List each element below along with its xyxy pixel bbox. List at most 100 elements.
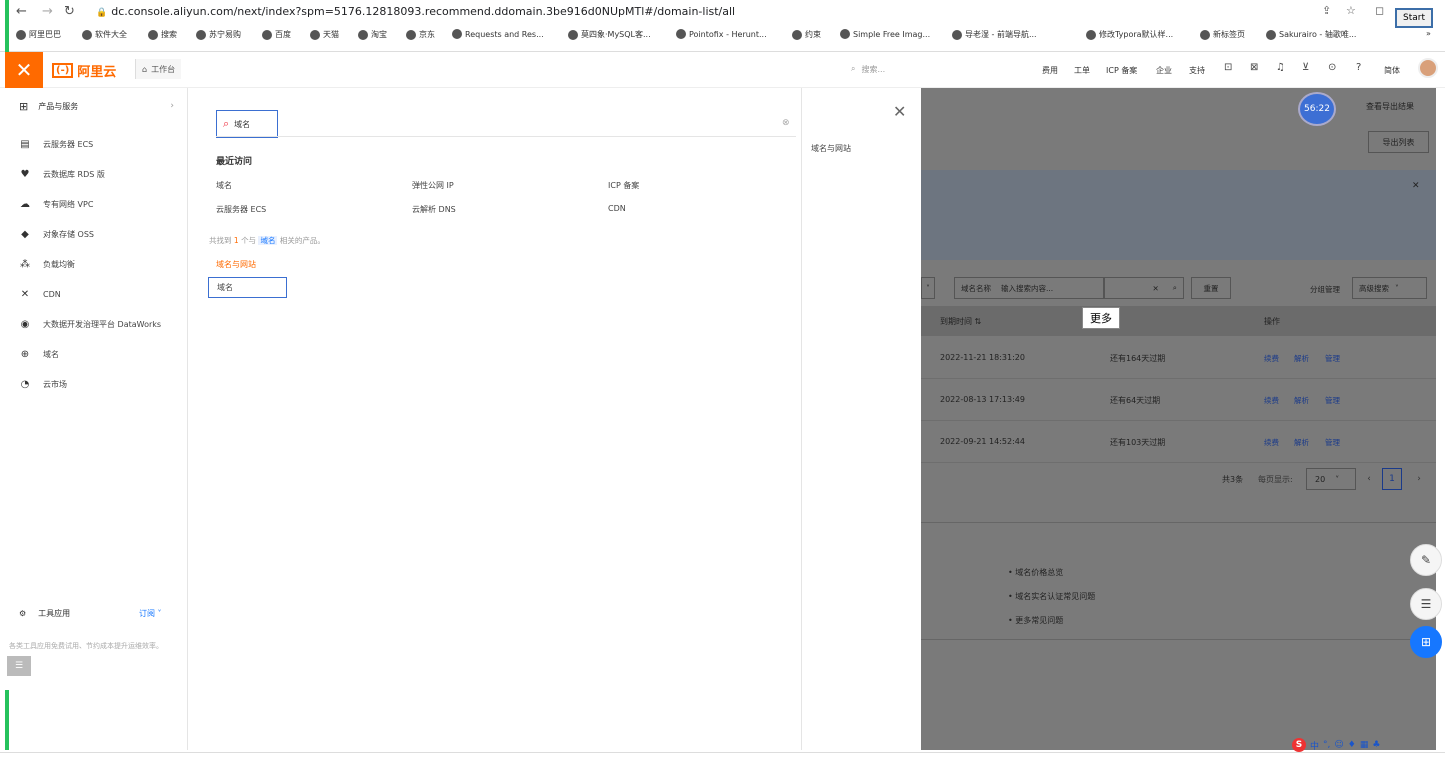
recent-item[interactable]: 云服务器 ECS [216,204,266,215]
recent-item[interactable]: 弹性公网 IP [412,180,454,191]
bookmark-item[interactable]: 新标签页 [1200,29,1245,40]
sidebar-item[interactable]: ☁ 专有网络 VPC [5,194,188,214]
page-size-select[interactable]: 20 ˅ [1306,468,1356,490]
renew-link[interactable]: 续费 [1264,353,1279,364]
bell-icon[interactable]: ♫ [1276,62,1285,73]
star-icon[interactable]: ☆ [1346,4,1356,17]
recent-item[interactable]: ICP 备案 [608,180,639,191]
bookmark-item[interactable]: 莫四象·MySQL客... [568,29,651,40]
bookmark-item[interactable]: 导老湿 - 前端导航... [952,29,1037,40]
cart-icon[interactable]: ⊻ [1302,62,1309,73]
sidebar-item[interactable]: ◆ 对象存储 OSS [5,224,188,244]
help-icon[interactable]: ? [1356,62,1361,73]
share-icon[interactable]: ⇪ [1322,4,1331,17]
product-search-input[interactable]: ⌕ 域名 [216,110,278,138]
faq-link[interactable]: • 域名价格总览 [1008,567,1063,578]
dns-resolve-link[interactable]: 解析 [1294,353,1309,364]
export-list-button[interactable]: 导出列表 [1368,131,1429,153]
header-link-icp[interactable]: ICP 备案 [1106,65,1137,76]
sidebar-item[interactable]: ◔ 云市场 [5,374,188,394]
forward-icon[interactable]: → [42,4,53,19]
recent-item[interactable]: 云解析 DNS [412,204,456,215]
terminal-icon[interactable]: ⊡ [1224,62,1232,73]
bookmark-item[interactable]: 阿里巴巴 [16,29,61,40]
recent-item[interactable]: 域名 [216,180,232,191]
search-icon[interactable]: ⌕ [1173,283,1177,293]
header-link-enterprise[interactable]: 企业 [1156,65,1172,76]
address-bar[interactable]: 🔒 dc.console.aliyun.com/next/index?spm=51… [96,5,735,18]
manage-link[interactable]: 管理 [1325,353,1340,364]
sogou-icon: S [1292,738,1306,752]
chat-icon[interactable]: ☰ [1410,588,1442,620]
bookmark-item[interactable]: Requests and Res... [452,29,544,39]
bookmark-item[interactable]: 约束 [792,29,821,40]
bookmarks-overflow-icon[interactable]: » [1426,29,1431,38]
category-nav-item[interactable]: 域名与网站 [811,143,851,154]
location-icon[interactable]: ⊙ [1328,62,1336,73]
window-icon[interactable]: ◻ [1375,4,1384,17]
sidebar-item[interactable]: ♥ 云数据库 RDS 版 [5,164,188,184]
page-number[interactable]: 1 [1382,468,1402,490]
reset-button[interactable]: 重置 [1191,277,1231,299]
dns-resolve-link[interactable]: 解析 [1294,437,1309,448]
reload-icon[interactable]: ↻ [64,4,75,19]
bookmark-item[interactable]: 搜索 [148,29,177,40]
dns-resolve-link[interactable]: 解析 [1294,395,1309,406]
advanced-search-button[interactable]: 高级搜索 ˅ [1352,277,1427,299]
sidebar-item[interactable]: ⊕ 域名 [5,344,188,364]
bookmark-item[interactable]: Pointofix - Herunt... [676,29,767,39]
close-icon[interactable]: ✕ [893,102,906,121]
faq-link[interactable]: • 更多常见问题 [1008,615,1063,626]
faq-link[interactable]: • 域名实名认证常见问题 [1008,591,1095,602]
renew-link[interactable]: 续费 [1264,395,1279,406]
workbench-button[interactable]: ⌂ 工作台 [135,59,182,79]
clear-icon[interactable]: ✕ [1153,284,1159,293]
bookmark-item[interactable]: 京东 [406,29,435,40]
bookmark-item[interactable]: 淘宝 [358,29,387,40]
clear-search-icon[interactable]: ⊗ [782,118,790,128]
search-result-item[interactable]: 域名 [208,277,287,298]
menu-collapse-icon[interactable]: ☰ [7,656,31,676]
language-switch[interactable]: 简体 [1384,65,1400,76]
bookmark-item[interactable]: 天猫 [310,29,339,40]
group-management-link[interactable]: 分组管理 [1310,284,1340,295]
domain-search-field[interactable]: 域名名称 输入搜索内容... [954,277,1104,299]
start-button[interactable]: Start [1395,8,1433,28]
message-box-icon[interactable]: ⊠ [1250,62,1258,73]
sidebar-item[interactable]: ▤ 云服务器 ECS [5,134,188,154]
header-link-tickets[interactable]: 工单 [1074,65,1090,76]
manage-link[interactable]: 管理 [1325,437,1340,448]
products-menu-header[interactable]: ⊞ 产品与服务 › [5,96,188,116]
bookmark-item[interactable]: Simple Free Imag... [840,29,930,39]
column-header-expire[interactable]: 到期时间 ⇅ [940,316,981,327]
header-search[interactable]: ⌕ 搜索... [845,60,1025,78]
bookmark-item[interactable]: 修改Typora默认样... [1086,29,1173,40]
bookmark-item[interactable]: 百度 [262,29,291,40]
manage-link[interactable]: 管理 [1325,395,1340,406]
tools-subscribe-link[interactable]: 订阅 ˅ [139,608,162,619]
bookmark-item[interactable]: 软件大全 [82,29,127,40]
avatar[interactable] [1418,58,1438,78]
filter-dropdown-icon[interactable]: ˅ [921,277,935,299]
expire-time-cell: 2022-09-21 14:52:44 [940,437,1025,446]
sidebar-item[interactable]: ⁂ 负载均衡 [5,254,188,274]
renew-link[interactable]: 续费 [1264,437,1279,448]
back-icon[interactable]: ← [16,4,27,19]
sidebar-item[interactable]: ✕ CDN [5,284,188,304]
apps-grid-icon[interactable]: ⊞ [1410,626,1442,658]
edit-feedback-icon[interactable]: ✎ [1410,544,1442,576]
view-export-result-link[interactable]: 查看导出结果 [1366,101,1414,112]
next-page-icon[interactable]: › [1409,468,1429,490]
close-menu-button[interactable]: ✕ [5,52,43,88]
header-link-fees[interactable]: 费用 [1042,65,1058,76]
aliyun-logo[interactable]: (-) 阿里云 [52,60,116,80]
table-row-divider [921,462,1436,463]
ime-toolbar[interactable]: S 中 °, ☺ ♦ ▦ ♣ [1292,737,1380,753]
notice-close-icon[interactable]: ✕ [1412,181,1420,191]
sidebar-item[interactable]: ◉ 大数据开发治理平台 DataWorks [5,314,188,334]
bookmark-item[interactable]: Sakurairo - 轴歌唯... [1266,29,1356,40]
prev-page-icon[interactable]: ‹ [1359,468,1379,490]
header-link-support[interactable]: 支持 [1189,65,1205,76]
recent-item[interactable]: CDN [608,204,626,213]
bookmark-item[interactable]: 苏宁易购 [196,29,241,40]
